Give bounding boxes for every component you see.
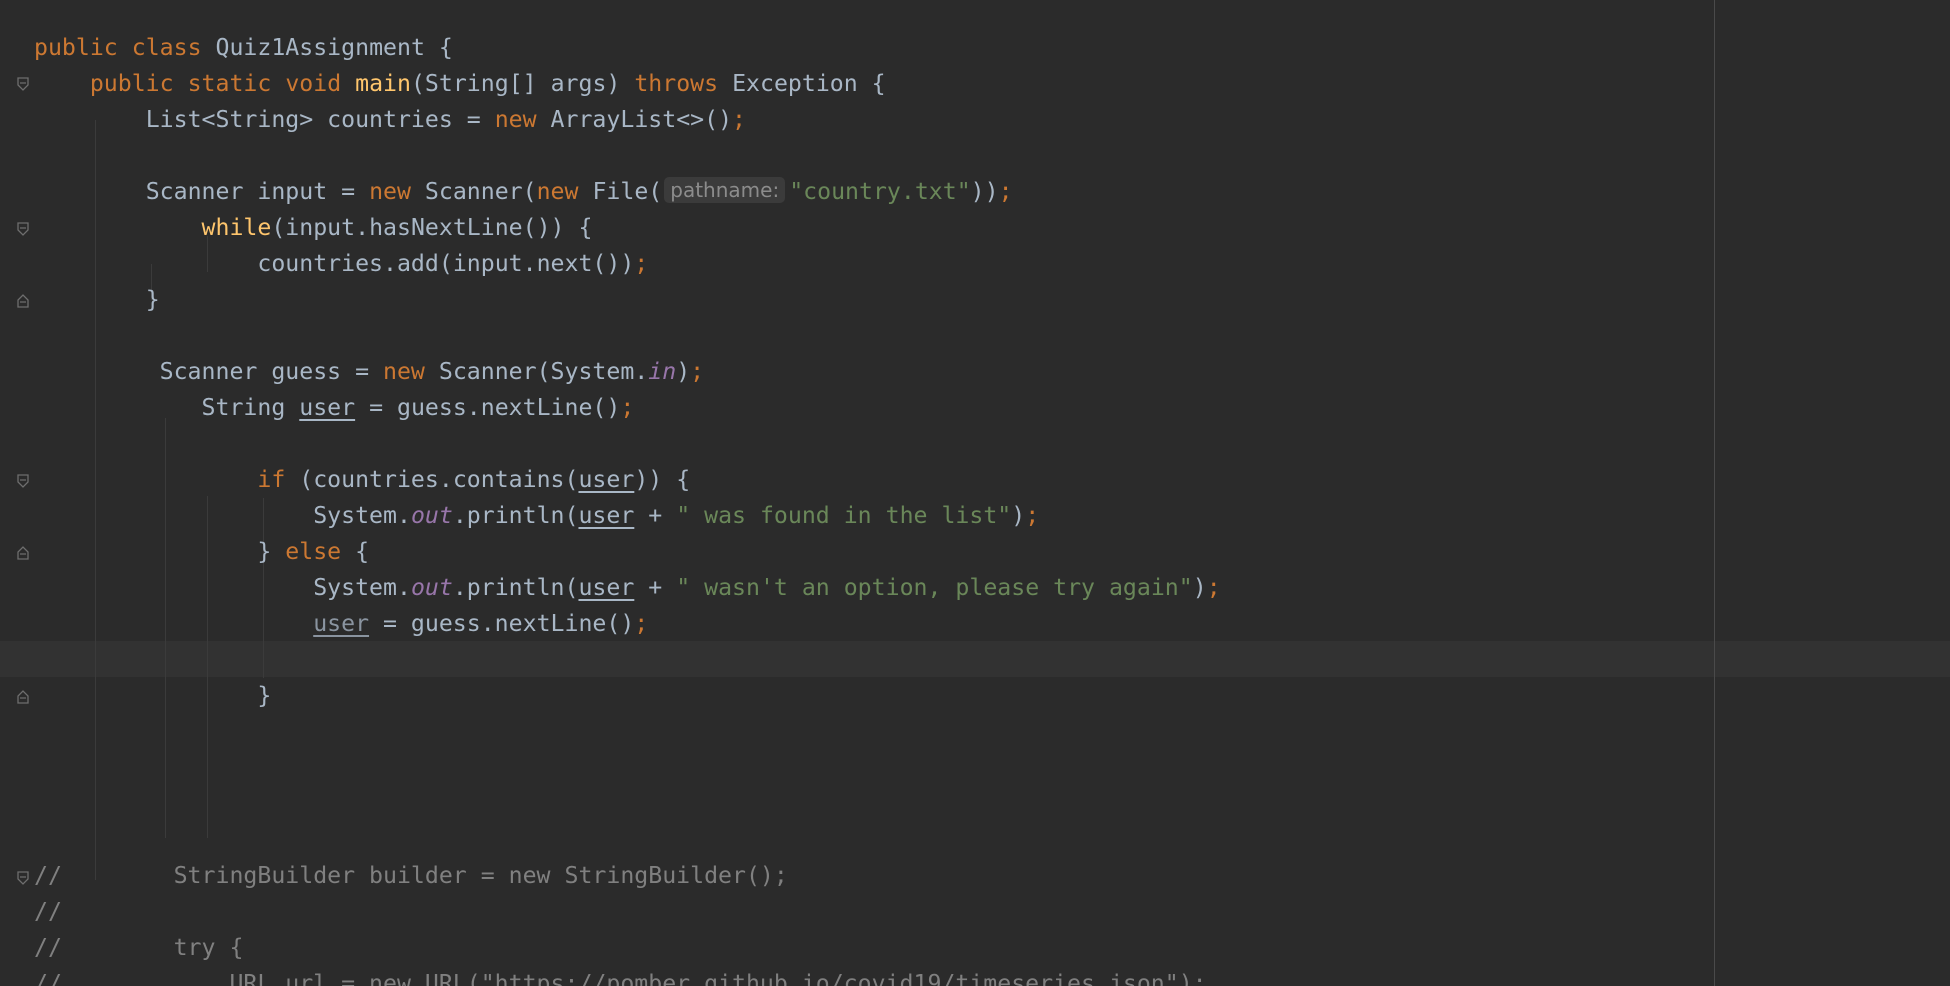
- code-line[interactable]: countries.add(input.next());: [34, 246, 648, 282]
- static-field: out: [410, 502, 453, 529]
- keyword: throws: [634, 70, 719, 97]
- class-declaration: Quiz1Assignment {: [201, 34, 453, 61]
- fold-collapse-icon[interactable]: [17, 77, 29, 91]
- semicolon: ;: [732, 106, 747, 133]
- keyword: new: [536, 178, 579, 205]
- code-editor[interactable]: public class Quiz1Assignment { public st…: [0, 0, 1950, 986]
- right-margin-guide: [1714, 0, 1715, 986]
- semicolon: ;: [1206, 574, 1221, 601]
- code-line[interactable]: System.out.println(user + " wasn't an op…: [34, 570, 1221, 606]
- code-line[interactable]: }: [34, 282, 160, 318]
- string-literal: "country.txt": [789, 178, 971, 205]
- code-line[interactable]: String user = guess.nextLine();: [34, 390, 635, 426]
- code-line[interactable]: while(input.hasNextLine()) {: [34, 210, 593, 246]
- static-field: out: [410, 574, 453, 601]
- semicolon: ;: [690, 358, 705, 385]
- keyword: static: [187, 70, 272, 97]
- code-line[interactable]: if (countries.contains(user)) {: [34, 462, 690, 498]
- code-line[interactable]: }: [34, 678, 271, 714]
- reassigned-variable: user: [578, 574, 635, 601]
- reassigned-variable: user: [578, 466, 635, 493]
- keyword: public: [34, 34, 118, 61]
- string-literal: " wasn't an option, please try again": [676, 574, 1193, 601]
- code-line[interactable]: Scanner input = new Scanner(new File(pat…: [34, 174, 1013, 210]
- method-name: main: [355, 70, 411, 97]
- keyword: else: [285, 538, 342, 565]
- reassigned-variable: user: [313, 610, 370, 637]
- semicolon: ;: [634, 250, 649, 277]
- semicolon: ;: [634, 610, 649, 637]
- code-line[interactable]: List<String> countries = new ArrayList<>…: [34, 102, 746, 138]
- fold-collapse-icon[interactable]: [17, 222, 29, 236]
- parameter-name-hint: pathname:: [664, 177, 786, 203]
- string-literal: " was found in the list": [676, 502, 1012, 529]
- fold-expand-end-icon[interactable]: [17, 690, 29, 704]
- keyword: new: [383, 358, 425, 385]
- fold-expand-end-icon[interactable]: [17, 294, 29, 308]
- keyword: class: [131, 34, 202, 61]
- fold-collapse-icon[interactable]: [17, 871, 29, 885]
- code-line[interactable]: user = guess.nextLine();: [34, 606, 648, 642]
- current-line-highlight: [0, 641, 1950, 677]
- semicolon: ;: [620, 394, 635, 421]
- code-line[interactable]: System.out.println(user + " was found in…: [34, 498, 1039, 534]
- reassigned-variable: user: [299, 394, 356, 421]
- fold-expand-end-icon[interactable]: [17, 546, 29, 560]
- editor-gutter: [0, 0, 34, 986]
- semicolon: ;: [1025, 502, 1040, 529]
- comment-line[interactable]: //: [34, 894, 62, 930]
- semicolon: ;: [998, 178, 1013, 205]
- keyword: if: [257, 466, 286, 493]
- comment-line[interactable]: // StringBuilder builder = new StringBui…: [34, 858, 788, 894]
- comment-line[interactable]: // try {: [34, 930, 243, 966]
- keyword: public: [89, 70, 174, 97]
- keyword: new: [494, 106, 537, 133]
- static-field: in: [648, 358, 677, 385]
- keyword: void: [285, 70, 342, 97]
- code-line[interactable]: public class Quiz1Assignment {: [34, 30, 453, 66]
- keyword-while: while: [201, 214, 272, 241]
- keyword: new: [369, 178, 411, 205]
- fold-collapse-icon[interactable]: [17, 474, 29, 488]
- code-line[interactable]: } else {: [34, 534, 369, 570]
- reassigned-variable: user: [578, 502, 635, 529]
- comment-line[interactable]: // URL url = new URL("https://pomber.git…: [34, 966, 1207, 986]
- code-line[interactable]: public static void main(String[] args) t…: [34, 66, 886, 102]
- code-line[interactable]: Scanner guess = new Scanner(System.in);: [34, 354, 705, 390]
